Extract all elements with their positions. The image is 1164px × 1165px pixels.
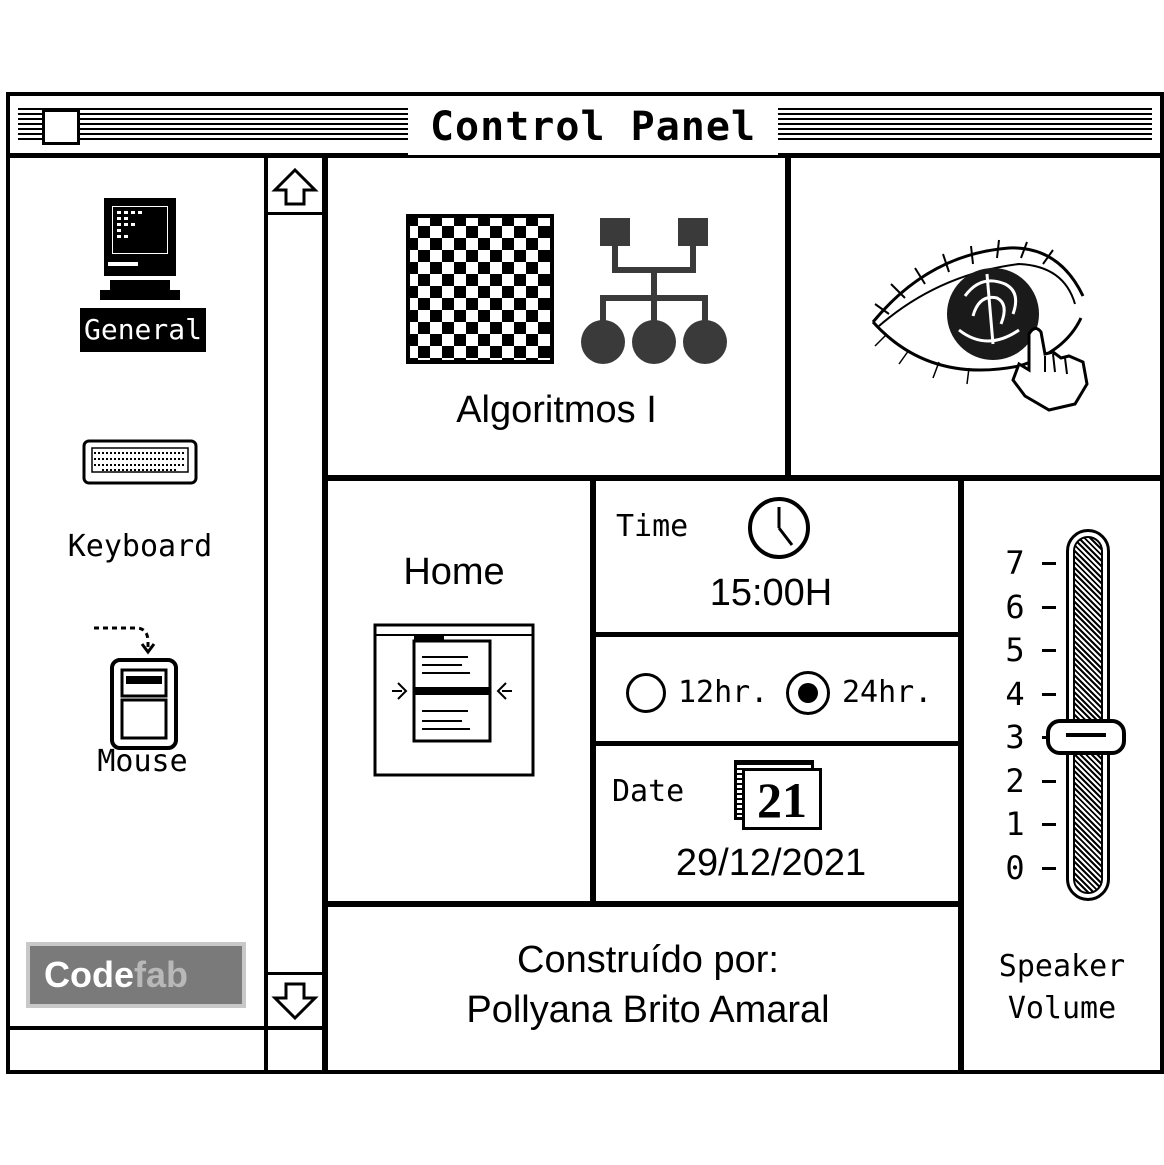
sidebar-item-keyboard[interactable]: Keyboard	[50, 425, 230, 575]
credits-line-1: Construído por:	[517, 939, 779, 981]
radio-selected-dot	[798, 683, 818, 703]
volume-tick-mark	[1042, 866, 1056, 870]
volume-slider-thumb[interactable]	[1046, 719, 1126, 755]
thumb-grip	[1066, 733, 1106, 737]
eye-with-pointer-icon	[871, 239, 1089, 412]
calendar-icon: 21	[734, 760, 826, 830]
volume-slider-fill	[1073, 536, 1103, 894]
volume-tick-mark	[1042, 823, 1056, 826]
volume-tick-label: 5	[1005, 631, 1025, 669]
network-tree-icon	[581, 218, 727, 364]
volume-tick-mark	[1042, 692, 1056, 696]
speaker-label-line-2: Volume	[1007, 991, 1117, 1026]
logo-text: Code	[44, 954, 134, 995]
date-value: 29/12/2021	[675, 842, 867, 884]
checkerboard-icon	[406, 214, 554, 364]
close-box-icon[interactable]	[42, 109, 80, 145]
scroll-down-arrow-icon[interactable]	[270, 978, 320, 1024]
volume-tick-mark	[1042, 649, 1056, 652]
home-label: Home	[403, 551, 505, 593]
volume-tick-label: 7	[1005, 544, 1025, 582]
volume-tick-mark	[1042, 562, 1056, 565]
divider	[10, 1026, 324, 1030]
volume-slider-track[interactable]	[1066, 529, 1110, 901]
sidebar-item-label: General	[80, 308, 206, 352]
keyboard-icon	[82, 439, 198, 485]
calendar-day: 21	[742, 768, 822, 830]
mouse-icon	[94, 626, 178, 750]
computer-icon	[100, 198, 180, 300]
credits-line-2: Pollyana Brito Amaral	[466, 989, 830, 1031]
volume-tick-label: 3	[1005, 718, 1025, 756]
scroll-up-arrow-icon[interactable]	[270, 164, 320, 210]
radio-24hr[interactable]	[786, 671, 830, 715]
speaker-label-line-1: Speaker	[998, 949, 1126, 984]
radio-12hr-label: 12hr.	[678, 675, 769, 710]
codefab-logo: Codefab	[26, 942, 246, 1008]
date-label: Date	[612, 774, 685, 809]
date-panel[interactable]: Date 21 29/12/2021	[596, 746, 958, 901]
clock-format-panel: 12hr. 24hr.	[596, 637, 958, 741]
clock-icon	[748, 497, 810, 559]
scrollbar[interactable]	[268, 162, 322, 1026]
time-value: 15:00H	[709, 572, 833, 614]
window-title: Control Panel	[408, 99, 778, 155]
volume-tick-label: 6	[1005, 587, 1025, 626]
title-bar[interactable]: Control Panel	[6, 92, 1164, 158]
radio-24hr-label: 24hr.	[842, 675, 933, 710]
volume-tick-label: 0	[1005, 848, 1025, 887]
credits-panel: Construído por: Pollyana Brito Amaral	[328, 907, 958, 1070]
sidebar-item-general[interactable]: General	[60, 190, 230, 365]
time-panel[interactable]: Time 15:00H	[596, 481, 958, 632]
logo-text: fab	[134, 954, 188, 995]
scroll-track-edge	[268, 972, 322, 975]
scroll-track-edge	[268, 212, 322, 215]
eye-panel[interactable]	[791, 162, 1160, 475]
sidebar-item-label: Keyboard	[67, 529, 213, 564]
radio-12hr[interactable]	[626, 673, 666, 713]
speaker-volume-panel: 7 6 5 4 3 2 1 0 Speaker Volume	[964, 481, 1160, 1070]
volume-tick-label: 4	[1005, 674, 1025, 713]
sidebar-item-label: Mouse	[97, 744, 188, 779]
time-label: Time	[616, 509, 689, 544]
algoritmos-panel[interactable]: Algoritmos I	[328, 162, 785, 475]
sidebar-item-mouse[interactable]: Mouse	[60, 612, 225, 787]
algoritmos-label: Algoritmos I	[456, 389, 657, 431]
home-panel[interactable]: Home	[328, 481, 590, 901]
volume-tick-label: 1	[1005, 805, 1025, 843]
volume-tick-mark	[1042, 779, 1056, 783]
volume-tick-label: 2	[1005, 761, 1025, 800]
volume-tick-mark	[1042, 605, 1056, 609]
window-pane-icon	[373, 623, 535, 777]
